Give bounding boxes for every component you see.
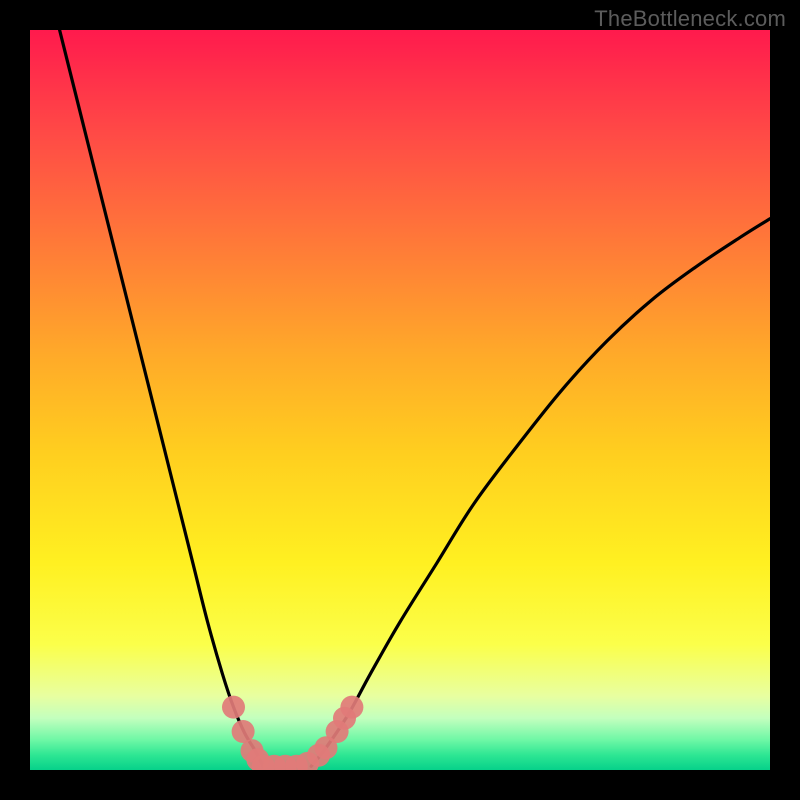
- curve-right-branch: [311, 219, 770, 767]
- curve-left-branch: [60, 30, 264, 766]
- watermark-text: TheBottleneck.com: [594, 6, 786, 32]
- bump-marker: [340, 696, 363, 719]
- curve-layer: [30, 30, 770, 770]
- plot-area: [30, 30, 770, 770]
- chart-frame: TheBottleneck.com: [0, 0, 800, 800]
- bump-marker: [222, 696, 245, 719]
